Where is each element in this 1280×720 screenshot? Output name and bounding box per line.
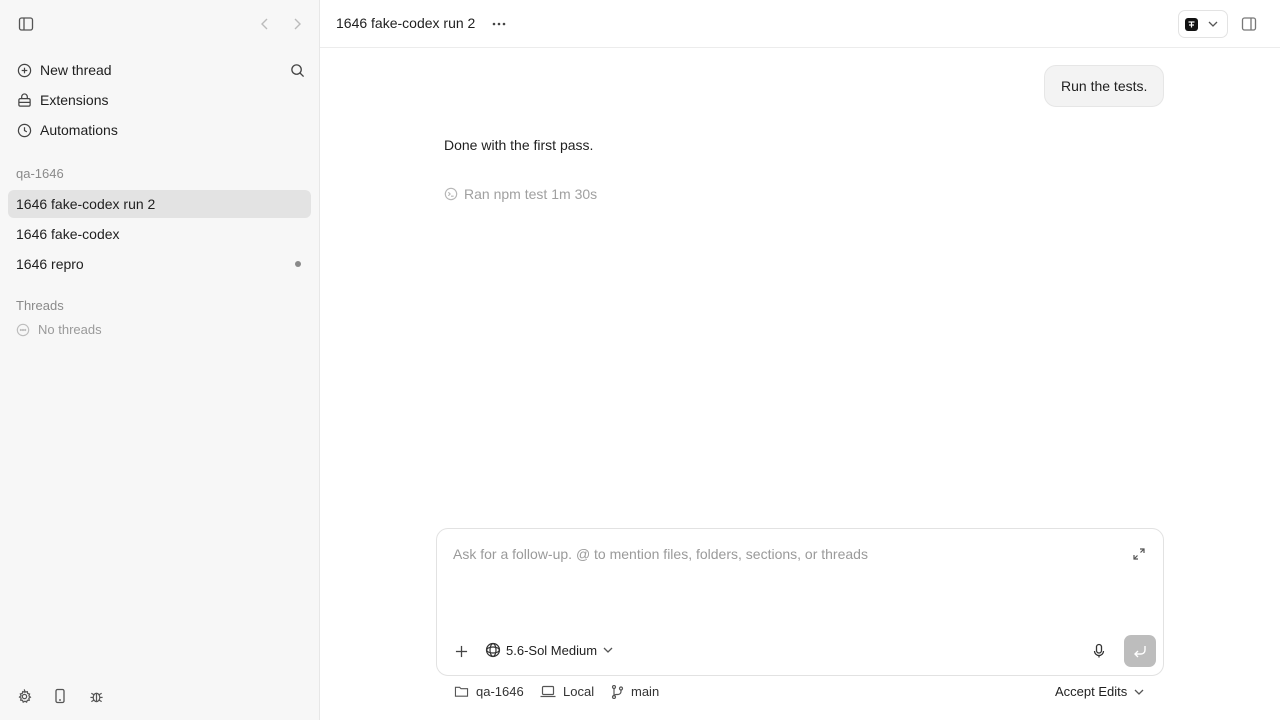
- accept-mode-selector[interactable]: Accept Edits: [1055, 684, 1144, 699]
- threads-section-label: Threads: [16, 298, 64, 313]
- unread-dot: [295, 261, 301, 267]
- chevron-down-icon: [1208, 21, 1218, 27]
- forward-icon[interactable]: [288, 14, 306, 34]
- chevron-down-icon: [1134, 689, 1144, 695]
- composer[interactable]: Ask for a follow-up. @ to mention files,…: [436, 528, 1164, 676]
- empty-threads-label: No threads: [38, 322, 102, 337]
- user-message: Run the tests.: [1044, 65, 1165, 107]
- search-icon[interactable]: [288, 61, 306, 79]
- empty-threads: No threads: [16, 322, 102, 337]
- topbar: 1646 fake-codex run 2: [320, 0, 1280, 48]
- environment-selector[interactable]: Local: [540, 684, 594, 699]
- microphone-icon[interactable]: [1090, 642, 1108, 660]
- assistant-message: Done with the first pass.: [444, 137, 594, 153]
- clock-icon: [16, 122, 32, 138]
- settings-icon[interactable]: [16, 688, 32, 704]
- project-selector[interactable]: qa-1646: [454, 684, 524, 699]
- nav-label: Automations: [40, 122, 118, 138]
- model-logo-icon: [485, 642, 501, 658]
- plus-circle-icon: [16, 62, 32, 78]
- chevron-down-icon: [603, 647, 613, 653]
- app-logo-icon: [1185, 17, 1198, 31]
- back-icon[interactable]: [256, 14, 274, 34]
- expand-icon[interactable]: [1131, 546, 1147, 562]
- project-name: qa-1646: [476, 684, 524, 699]
- tool-call-row[interactable]: Ran npm test 1m 30s: [444, 186, 597, 202]
- branch-name: main: [631, 684, 660, 699]
- thread-item-repro[interactable]: 1646 repro: [8, 250, 311, 278]
- send-button[interactable]: [1124, 635, 1156, 667]
- main-panel: 1646 fake-codex run 2 Run the tests. Don…: [320, 0, 1280, 720]
- model-selector[interactable]: 5.6-Sol Medium: [485, 642, 613, 658]
- bug-icon[interactable]: [88, 688, 104, 704]
- project-label: qa-1646: [16, 166, 64, 181]
- toggle-sidebar-icon[interactable]: [16, 14, 36, 34]
- tool-call-duration: 1m 30s: [551, 186, 598, 202]
- send-icon: [1133, 644, 1147, 658]
- git-branch-icon: [611, 684, 624, 699]
- folder-icon: [454, 685, 469, 698]
- thread-title: 1646 fake-codex run 2: [336, 15, 476, 31]
- extensions-button[interactable]: Extensions: [8, 86, 311, 114]
- thread-item-label: 1646 fake-codex: [16, 226, 120, 242]
- thread-item-label: 1646 repro: [16, 256, 84, 272]
- thread-item-label: 1646 fake-codex run 2: [16, 196, 156, 212]
- nav-label: New thread: [40, 62, 112, 78]
- open-in-app-button[interactable]: [1178, 10, 1228, 38]
- user-message-text: Run the tests.: [1061, 78, 1148, 94]
- laptop-icon: [540, 685, 556, 698]
- puzzle-icon: [16, 92, 32, 108]
- model-name: 5.6-Sol Medium: [506, 642, 598, 658]
- thread-item-fake-codex[interactable]: 1646 fake-codex: [8, 220, 311, 248]
- environment-name: Local: [563, 684, 595, 699]
- tool-call-label: Ran npm test: [464, 186, 548, 202]
- nav-label: Extensions: [40, 92, 109, 108]
- thread-item-fake-codex-run-2[interactable]: 1646 fake-codex run 2: [8, 190, 311, 218]
- automations-button[interactable]: Automations: [8, 116, 311, 144]
- branch-selector[interactable]: main: [611, 684, 659, 699]
- add-attachment-icon[interactable]: [453, 643, 469, 659]
- mobile-icon[interactable]: [52, 688, 68, 704]
- new-thread-button[interactable]: New thread: [8, 56, 311, 84]
- composer-input[interactable]: Ask for a follow-up. @ to mention files,…: [453, 546, 868, 562]
- accept-mode-label: Accept Edits: [1055, 684, 1128, 699]
- sidebar: New thread Extensions Automations qa-164…: [0, 0, 320, 720]
- chat-bubble-icon: [16, 323, 30, 337]
- more-options-icon[interactable]: [490, 15, 508, 33]
- terminal-icon: [444, 187, 458, 201]
- toggle-panel-icon[interactable]: [1240, 15, 1258, 33]
